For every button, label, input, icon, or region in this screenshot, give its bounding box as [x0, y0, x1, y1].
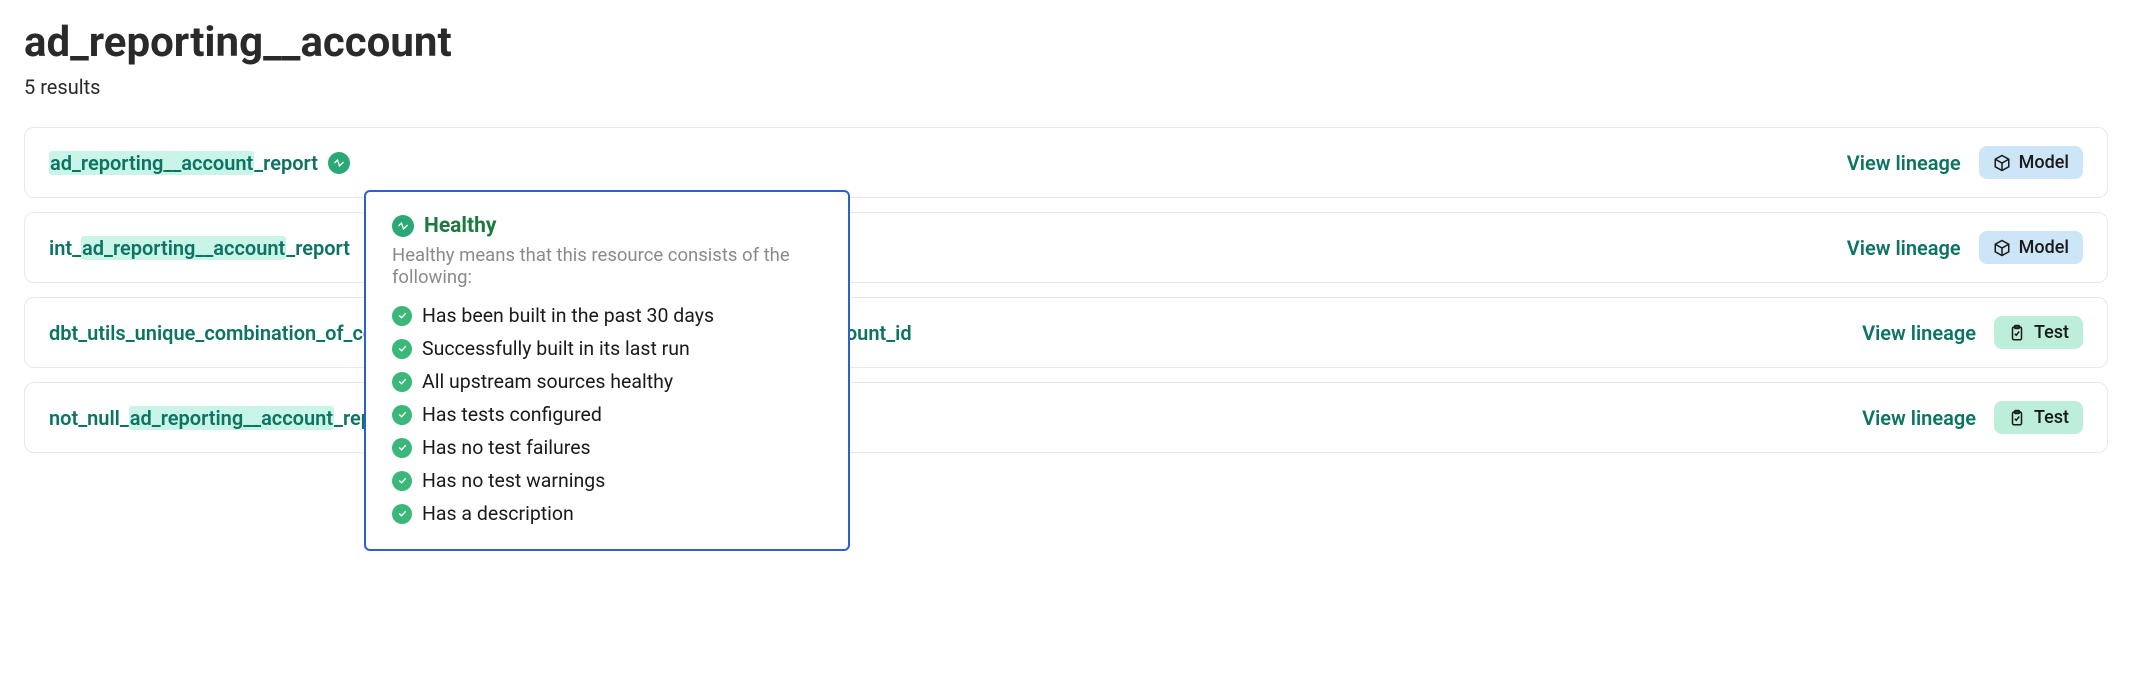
check-label: Has been built in the past 30 days — [422, 304, 714, 327]
result-name: ad_reporting__account_report — [49, 151, 350, 175]
check-label: Has tests configured — [422, 403, 602, 426]
health-check-item: Has no test warnings — [392, 469, 822, 492]
health-check-item: Successfully built in its last run — [392, 337, 822, 360]
check-icon — [392, 339, 412, 359]
health-check-item: All upstream sources healthy — [392, 370, 822, 393]
check-label: Successfully built in its last run — [422, 337, 690, 360]
result-row[interactable]: not_null_ad_reporting__account_report_ac… — [24, 382, 2108, 453]
page-wrapper: ad_reporting__account 5 results ad_repor… — [24, 18, 2108, 453]
view-lineage-link[interactable]: View lineage — [1847, 151, 1961, 175]
check-icon — [392, 471, 412, 491]
type-pill-model: Model — [1979, 231, 2083, 264]
name-post: _report — [254, 151, 318, 175]
type-pill-test: Test — [1994, 316, 2083, 349]
type-pill-test: Test — [1994, 401, 2083, 434]
health-check-item: Has no test failures — [392, 436, 822, 459]
type-pill-label: Test — [2034, 407, 2069, 428]
result-actions: View lineage Model — [1847, 146, 2083, 179]
cube-icon — [1993, 154, 2011, 172]
name-match: ad_reporting__account — [81, 236, 286, 260]
result-actions: View lineage Test — [1862, 401, 2083, 434]
health-check-list: Has been built in the past 30 days Succe… — [392, 304, 822, 525]
type-pill-label: Test — [2034, 322, 2069, 343]
cube-icon — [1993, 239, 2011, 257]
name-pre: int_ — [49, 236, 81, 260]
name-pre: not_null_ — [49, 406, 129, 430]
health-popover: Healthy Healthy means that this resource… — [364, 190, 850, 551]
check-icon — [392, 504, 412, 524]
clipboard-check-icon — [2008, 324, 2026, 342]
name-match: ad_reporting__account — [129, 406, 334, 430]
check-label: Has a description — [422, 502, 574, 525]
health-check-item: Has been built in the past 30 days — [392, 304, 822, 327]
check-label: All upstream sources healthy — [422, 370, 673, 393]
result-row[interactable]: ad_reporting__account_report View lineag… — [24, 127, 2108, 198]
check-icon — [392, 306, 412, 326]
result-name: int_ad_reporting__account_report — [49, 236, 350, 260]
health-check-item: Has a description — [392, 502, 822, 525]
type-pill-label: Model — [2019, 237, 2069, 258]
check-icon — [392, 372, 412, 392]
result-actions: View lineage Test — [1862, 316, 2083, 349]
result-row[interactable]: dbt_utils_unique_combination_of_columns_… — [24, 297, 2108, 368]
popover-subtitle: Healthy means that this resource consist… — [392, 244, 822, 288]
type-pill-label: Model — [2019, 152, 2069, 173]
name-match: ad_reporting__account — [49, 151, 254, 175]
results-count: 5 results — [24, 75, 2108, 99]
check-label: Has no test failures — [422, 436, 591, 459]
clipboard-check-icon — [2008, 409, 2026, 427]
result-actions: View lineage Model — [1847, 231, 2083, 264]
page-title: ad_reporting__account — [24, 18, 2108, 67]
health-badge-icon — [392, 215, 414, 237]
check-icon — [392, 438, 412, 458]
view-lineage-link[interactable]: View lineage — [1862, 406, 1976, 430]
name-post: _report — [286, 236, 350, 260]
check-icon — [392, 405, 412, 425]
result-row[interactable]: int_ad_reporting__account_report View li… — [24, 212, 2108, 283]
type-pill-model: Model — [1979, 146, 2083, 179]
check-label: Has no test warnings — [422, 469, 605, 492]
view-lineage-link[interactable]: View lineage — [1862, 321, 1976, 345]
health-badge-icon[interactable] — [328, 152, 350, 174]
health-check-item: Has tests configured — [392, 403, 822, 426]
popover-title: Healthy — [424, 214, 496, 238]
view-lineage-link[interactable]: View lineage — [1847, 236, 1961, 260]
